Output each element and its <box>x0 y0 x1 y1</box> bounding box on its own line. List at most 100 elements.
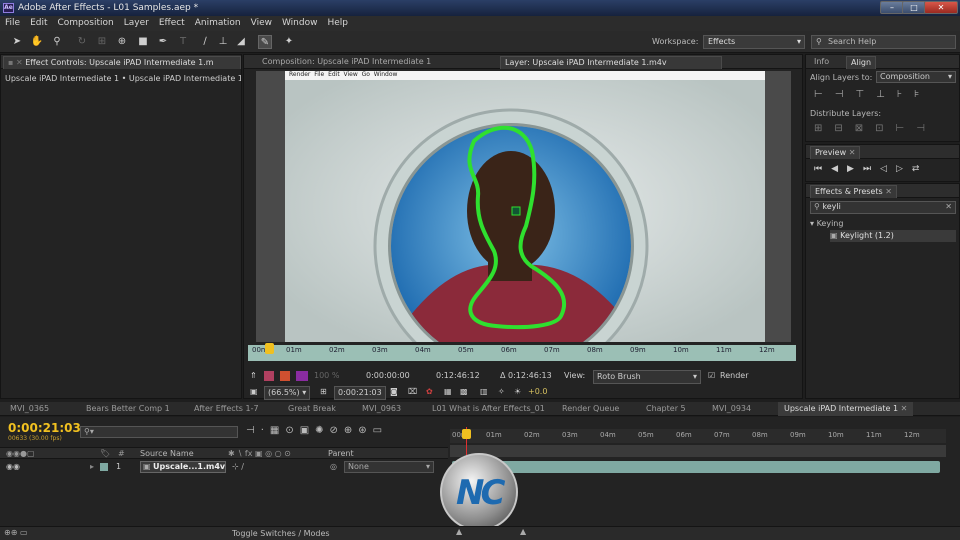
timeline-tab-active[interactable]: Upscale iPAD Intermediate 1 ✕ <box>778 402 914 416</box>
channel-icon[interactable] <box>264 371 274 381</box>
onion-skin-icon[interactable]: ✧ <box>498 386 505 398</box>
keylight-effect-item[interactable]: ▣ Keylight (1.2) <box>830 230 956 242</box>
timeline-switch-buttons[interactable]: ⊣·▦⊙▣✺⊘⊕⊛▭ <box>246 425 388 436</box>
layer-preview-canvas[interactable]: Render File Edit View Go Window <box>256 71 791 342</box>
fit-icon[interactable]: ⊞ <box>320 386 327 398</box>
brush-tool-icon[interactable]: ∕ <box>198 35 212 49</box>
parent-select[interactable]: None ▾ <box>344 461 434 473</box>
pen-tool-icon[interactable]: ✒ <box>156 35 170 49</box>
layer-time-ruler[interactable]: 00m 01m 02m 03m 04m 05m 06m 07m 08m 09m … <box>248 343 796 361</box>
timeline-current-time[interactable]: 0:00:21:03 <box>8 421 81 435</box>
tab-composition[interactable]: Composition: Upscale iPAD Intermediate 1 <box>258 56 480 69</box>
toggle-switches-modes-button[interactable]: Toggle Switches / Modes <box>232 529 330 538</box>
menu-animation[interactable]: Animation <box>190 16 246 31</box>
duration-timecode[interactable]: Δ 0:12:46:13 <box>500 370 552 382</box>
timeline-tab[interactable]: After Effects 1-7 <box>188 402 265 416</box>
timeline-tab[interactable]: MVI_0934 <box>706 402 757 416</box>
clone-stamp-tool-icon[interactable]: ⊥ <box>216 35 230 49</box>
align-target-select[interactable]: Composition ▾ <box>876 71 956 83</box>
preview-transport-controls[interactable]: ⏮◀▶⏭◁▷⇄ <box>814 164 928 174</box>
snapshot-icon[interactable]: ⇑ <box>250 370 257 382</box>
maximize-button[interactable]: □ <box>902 1 926 14</box>
visibility-icon: ◉◉ <box>6 462 20 471</box>
zoom-tool-icon[interactable]: ⚲ <box>50 35 64 49</box>
tab-align[interactable]: Align <box>846 56 877 69</box>
show-snapshot-icon[interactable]: ⌧ <box>408 386 417 398</box>
current-time-display[interactable]: 0:00:21:03 <box>334 386 386 400</box>
magnification-select[interactable]: (66.5%) ▾ <box>264 386 311 400</box>
menu-window[interactable]: Window <box>277 16 323 31</box>
source-name-header[interactable]: Source Name <box>140 449 194 458</box>
layer-duration-bar[interactable] <box>452 461 940 473</box>
current-time-indicator[interactable] <box>265 343 274 354</box>
tab-effect-controls[interactable]: ▪ ✕ Effect Controls: Upscale iPAD Interm… <box>3 56 241 69</box>
distribute-buttons-row[interactable]: ⊞⊟⊠⊡⊢⊣ <box>814 123 937 134</box>
timeline-search-input[interactable]: ⚲▾ <box>80 426 238 438</box>
parent-header[interactable]: Parent <box>328 449 354 458</box>
preview-panel: Preview ✕ ⏮◀▶⏭◁▷⇄ <box>805 144 960 182</box>
table-row[interactable]: ◉◉ ▸ 1 ▣ Upscale...1.m4v ⊹ ∕ ◎ None ▾ <box>0 461 448 474</box>
chevron-down-icon: ▾ <box>947 72 952 81</box>
transparency-grid-icon[interactable]: ▩ <box>460 386 468 398</box>
menu-composition[interactable]: Composition <box>53 16 119 31</box>
alpha-icon[interactable] <box>296 371 308 381</box>
menu-layer[interactable]: Layer <box>119 16 154 31</box>
timeline-panel: 0:00:21:03 00633 (30.00 fps) ⚲▾ ⊣·▦⊙▣✺⊘⊕… <box>0 417 960 540</box>
exposure-icon[interactable]: ☀ <box>514 386 521 398</box>
exposure-value[interactable]: +0.0 <box>528 386 547 398</box>
rotate-tool-icon[interactable]: ↻ <box>75 35 89 49</box>
puppet-pin-tool-icon[interactable]: ✦ <box>282 35 296 49</box>
always-preview-icon[interactable]: ▣ <box>250 386 258 398</box>
menu-help[interactable]: Help <box>322 16 353 31</box>
show-channel-icon[interactable]: ✿ <box>426 386 433 398</box>
work-area-bar[interactable] <box>450 445 946 457</box>
selection-tool-icon[interactable]: ➤ <box>10 35 24 49</box>
workspace-select[interactable]: Effects ▾ <box>703 35 805 49</box>
mask-tool-icon[interactable]: ■ <box>136 35 150 49</box>
tab-info[interactable]: Info <box>810 56 833 69</box>
tab-layer[interactable]: Layer: Upscale iPAD Intermediate 1.m4v <box>500 56 722 69</box>
playhead-handle[interactable] <box>462 429 471 439</box>
camera-tool-icon[interactable]: ⊞ <box>95 35 109 49</box>
zoom-in-icon[interactable]: ▲ <box>520 527 526 536</box>
close-button[interactable]: ✕ <box>924 1 958 14</box>
color-icon[interactable] <box>280 371 290 381</box>
camera-icon[interactable]: ◙ <box>390 386 398 398</box>
grid-icon[interactable]: ▦ <box>444 386 452 398</box>
end-timecode[interactable]: 0:12:46:12 <box>436 370 480 382</box>
tab-preview[interactable]: Preview ✕ <box>810 146 861 159</box>
align-buttons-row[interactable]: ⊢⊣⊤⊥⊦⊧ <box>814 89 931 100</box>
timeline-tab[interactable]: Chapter 5 <box>640 402 692 416</box>
timeline-tab[interactable]: Great Break <box>282 402 342 416</box>
layer-name[interactable]: ▣ Upscale...1.m4v <box>140 461 226 473</box>
eraser-tool-icon[interactable]: ◢ <box>234 35 248 49</box>
menu-edit[interactable]: Edit <box>25 16 52 31</box>
resolution-value[interactable]: 100 % <box>314 370 339 382</box>
timeline-tab[interactable]: MVI_0365 <box>4 402 55 416</box>
menu-view[interactable]: View <box>246 16 277 31</box>
tab-effects-presets[interactable]: Effects & Presets ✕ <box>810 185 897 198</box>
menu-file[interactable]: File <box>0 16 25 31</box>
minimize-button[interactable]: – <box>880 1 904 14</box>
search-icon: ⚲▾ <box>84 427 94 436</box>
menu-effect[interactable]: Effect <box>154 16 190 31</box>
render-checkbox[interactable]: ☑ <box>708 370 715 382</box>
keying-category[interactable]: ▾ Keying <box>810 219 843 228</box>
timeline-time-ruler[interactable]: 00m 01m 02m 03m 04m 05m 06m 07m 08m 09m … <box>450 429 946 443</box>
toggle-mask-icon[interactable]: ▥ <box>480 386 488 398</box>
layer-label-color[interactable] <box>100 463 108 471</box>
effects-search-input[interactable]: ⚲ keyli ✕ <box>810 201 956 214</box>
hand-tool-icon[interactable]: ✋ <box>30 35 44 49</box>
type-tool-icon[interactable]: T <box>176 35 190 49</box>
timeline-tab[interactable]: MVI_0963 <box>356 402 407 416</box>
timeline-tab[interactable]: Bears Better Comp 1 <box>80 402 176 416</box>
roto-brush-tool-icon[interactable]: ✎ <box>258 35 272 49</box>
start-timecode[interactable]: 0:00:00:00 <box>366 370 410 382</box>
timeline-tab[interactable]: L01 What is After Effects_01 <box>426 402 551 416</box>
timeline-tab[interactable]: Render Queue <box>556 402 625 416</box>
comp-flowchart-icon[interactable]: ⊕⊕ ▭ <box>4 528 28 537</box>
pan-behind-tool-icon[interactable]: ⊕ <box>115 35 129 49</box>
search-help-input[interactable]: ⚲ Search Help <box>811 35 956 49</box>
zoom-out-icon[interactable]: ▲ <box>456 527 462 536</box>
view-select[interactable]: Roto Brush ▾ <box>593 370 701 384</box>
